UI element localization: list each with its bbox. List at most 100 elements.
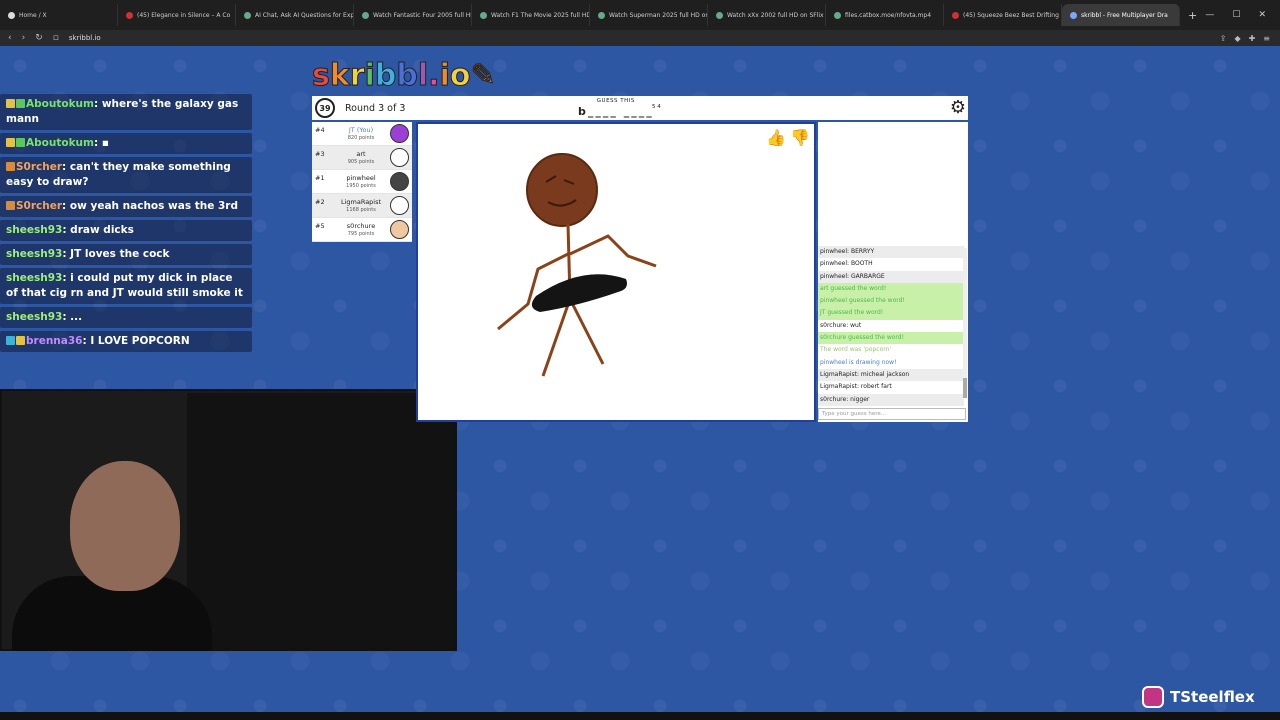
- share-icon[interactable]: ⇪: [1220, 34, 1227, 43]
- thumbs-up-icon[interactable]: 👍: [766, 128, 786, 147]
- player-points: 795 points: [347, 230, 375, 237]
- tab-label: Watch Fantastic Four 2005 full HD: [373, 11, 472, 19]
- player-rank: #2: [315, 198, 325, 206]
- player-avatar: [390, 196, 409, 215]
- guess-message: s0rchure: wut: [820, 321, 862, 329]
- browser-tab[interactable]: files.catbox.moe/nfovta.mp4: [826, 4, 944, 26]
- tab-favicon-icon: [598, 11, 605, 19]
- player-name: LigmaRapist: [340, 197, 382, 206]
- drawing-canvas[interactable]: 👍 👎: [416, 122, 816, 422]
- browser-tab[interactable]: (45) Elegance in Silence – A Co: [118, 4, 236, 26]
- player-points: 1950 points: [346, 182, 376, 189]
- drawing-head: [526, 153, 598, 227]
- skribbl-logo: skribbl.io✎: [312, 58, 497, 94]
- new-tab-button[interactable]: +: [1180, 9, 1205, 22]
- back-icon[interactable]: ‹: [8, 33, 12, 43]
- chat-username: sheesh93: [6, 272, 63, 284]
- player-info: LigmaRapist 1168 points: [332, 198, 390, 214]
- player-row[interactable]: #1 pinwheel 1950 points: [312, 170, 412, 194]
- chat-username: brenna36: [26, 335, 83, 347]
- player-info: JT (You) 820 points: [332, 126, 390, 142]
- extension-icon[interactable]: ✚: [1249, 34, 1256, 43]
- webcam-background: [187, 393, 455, 649]
- player-row[interactable]: #2 LigmaRapist 1168 points: [312, 194, 412, 218]
- browser-tab[interactable]: (45) Squeeze Beez Best Drifting M: [944, 4, 1062, 26]
- url-field[interactable]: skribbl.io: [69, 34, 101, 42]
- stream-chat-message: S0rcher: can't they make something easy …: [0, 157, 252, 193]
- player-info: s0rchure 795 points: [332, 222, 390, 238]
- window-controls: — ☐ ✕: [1205, 10, 1280, 20]
- instagram-handle: TSteelflex: [1170, 688, 1255, 706]
- tab-label: AI Chat, Ask AI Questions for Expe: [255, 11, 354, 19]
- browser-tab[interactable]: Watch Fantastic Four 2005 full HD: [354, 4, 472, 26]
- stream-chat-overlay: Aboutokum: where's the galaxy gas mann Ab…: [0, 94, 252, 355]
- reload-icon[interactable]: ↻: [35, 33, 43, 43]
- chat-separator: :: [62, 311, 71, 323]
- player-info: pinwheel 1950 points: [332, 174, 390, 190]
- browser-tab[interactable]: Watch F1 The Movie 2025 full HD: [472, 4, 590, 26]
- chat-separator: :: [93, 137, 102, 149]
- maximize-icon[interactable]: ☐: [1232, 10, 1240, 20]
- guess-message: pinwheel: BERRYY: [818, 246, 964, 259]
- player-row[interactable]: #3 art 905 points: [312, 146, 412, 170]
- stream-chat-message: Aboutokum: where's the galaxy gas mann: [0, 94, 252, 130]
- menu-icon[interactable]: ≡: [1263, 34, 1270, 43]
- chat-badge-icon: [16, 138, 25, 147]
- tab-favicon-icon: [716, 11, 723, 19]
- guess-message: LigmaRapist: robert fart: [820, 383, 892, 391]
- stream-chat-message: S0rcher: ow yeah nachos was the 3rd: [0, 196, 252, 217]
- logo-letter: i: [364, 58, 375, 94]
- logo-letter: s: [312, 58, 331, 94]
- word-hint: b____ ____: [578, 105, 654, 118]
- logo-letter: k: [329, 58, 350, 94]
- chat-text: ow yeah nachos was the 3rd: [69, 200, 238, 212]
- guess-message: art guessed the word!: [818, 282, 964, 296]
- guess-message: s0rchure guessed the word!: [818, 332, 964, 345]
- guess-message: s0rchure: nigger: [818, 393, 964, 406]
- chat-badge-icon: [16, 99, 25, 108]
- drawing-black-blob: [531, 274, 627, 312]
- logo-letter: b: [396, 58, 419, 94]
- tab-favicon-icon: [834, 11, 841, 19]
- stream-chat-message: sheesh93: draw dicks: [0, 220, 252, 241]
- browser-tab[interactable]: Watch xXx 2002 full HD on SFlix Fr: [708, 4, 826, 26]
- instagram-icon: [1142, 686, 1164, 708]
- player-rank: #5: [315, 222, 325, 230]
- forward-icon[interactable]: ›: [22, 33, 26, 43]
- stream-chat-message: sheesh93: ...: [0, 307, 252, 328]
- chat-scrollbar[interactable]: [963, 248, 967, 398]
- settings-gear-icon[interactable]: ⚙: [950, 97, 966, 118]
- logo-letter: .: [428, 58, 440, 94]
- guess-this-label: GUESS THIS: [596, 98, 635, 104]
- chat-badge-icon: [6, 201, 15, 210]
- minimize-icon[interactable]: —: [1205, 10, 1214, 20]
- guess-message: The word was 'popcorn': [820, 346, 892, 354]
- guess-message: JT guessed the word!: [818, 307, 964, 320]
- close-icon[interactable]: ✕: [1258, 10, 1266, 20]
- pencil-icon: ✎: [470, 58, 496, 94]
- chat-text: ▪: [101, 137, 109, 149]
- stream-chat-message: sheesh93: i could put my dick in place o…: [0, 268, 252, 304]
- logo-letter: b: [374, 58, 397, 94]
- tab-label: (45) Elegance in Silence – A Co: [137, 11, 231, 19]
- thumbs-down-icon[interactable]: 👎: [790, 128, 810, 147]
- player-avatar: [390, 172, 409, 191]
- round-timer: 39: [315, 98, 335, 118]
- streamer-head: [70, 461, 180, 591]
- browser-tab-bar: + — ☐ ✕ Home / X (45) Elegance in Silence…: [0, 0, 1280, 30]
- guess-input[interactable]: Type your guess here...: [818, 408, 966, 420]
- browser-tab[interactable]: AI Chat, Ask AI Questions for Expe: [236, 4, 354, 26]
- address-bar: ‹ › ↻ ▫ skribbl.io ⇪ ◆ ✚ ≡: [0, 30, 1280, 46]
- logo-letter: o: [449, 58, 471, 94]
- player-rank: #4: [315, 126, 325, 134]
- shield-icon[interactable]: ◆: [1234, 34, 1240, 43]
- browser-tab[interactable]: Watch Superman 2025 full HD on: [590, 4, 708, 26]
- guess-message: pinwheel is drawing now!: [820, 358, 897, 366]
- player-row[interactable]: #4 JT (You) 820 points: [312, 122, 412, 146]
- browser-tab[interactable]: Home / X: [0, 4, 118, 26]
- tab-label: Home / X: [19, 11, 47, 19]
- browser-tab[interactable]: skribbl - Free Multiplayer Dra: [1062, 4, 1180, 26]
- bookmark-icon[interactable]: ▫: [53, 33, 59, 43]
- tab-label: Watch xXx 2002 full HD on SFlix Fr: [727, 11, 826, 19]
- player-row[interactable]: #5 s0rchure 795 points: [312, 218, 412, 242]
